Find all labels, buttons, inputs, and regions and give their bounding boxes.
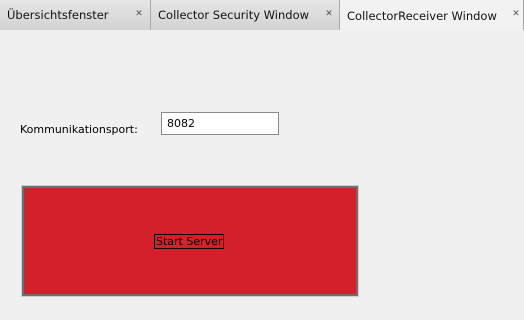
port-input[interactable] [161,112,279,135]
tab-label: CollectorReceiver Window [347,8,497,23]
close-icon[interactable]: ✕ [510,8,522,20]
collector-receiver-panel: Kommunikationsport: Start Server [0,30,524,320]
tab-uebersichtsfenster[interactable]: Übersichtsfenster ✕ [0,0,151,30]
start-server-label: Start Server [154,234,225,249]
close-icon[interactable]: ✕ [133,8,145,20]
tab-label: Collector Security Window [158,8,310,22]
start-server-button[interactable]: Start Server [21,185,359,297]
port-label: Kommunikationsport: [20,123,138,136]
tab-label: Übersichtsfenster [7,8,109,22]
tab-collectorreceiver-window[interactable]: CollectorReceiver Window ✕ [340,0,524,31]
tab-collector-security-window[interactable]: Collector Security Window ✕ [151,0,340,30]
tab-bar: Übersichtsfenster ✕ Collector Security W… [0,0,524,31]
close-icon[interactable]: ✕ [323,8,335,20]
